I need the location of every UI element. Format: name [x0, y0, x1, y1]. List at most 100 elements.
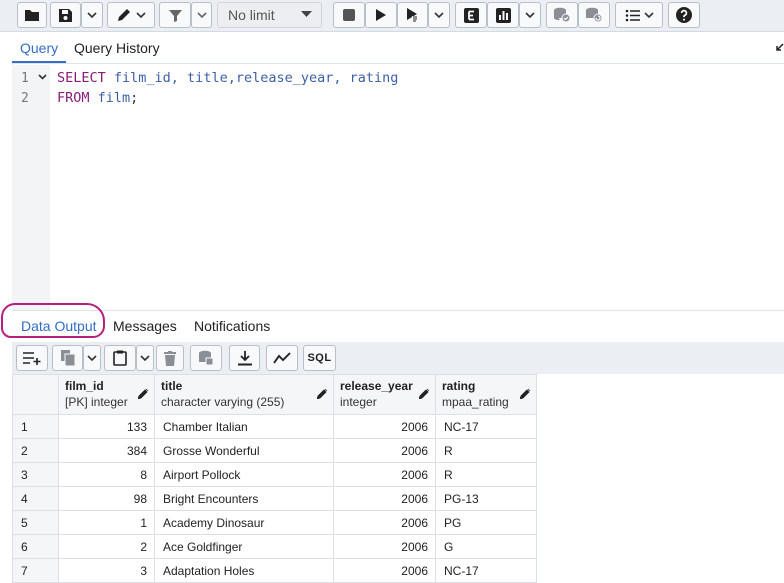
- play-script-icon: [406, 8, 418, 22]
- row-number[interactable]: 6: [12, 534, 59, 559]
- cell-title[interactable]: Chamber Italian: [154, 414, 334, 439]
- code-line-1: SELECT film_id, title,release_year, rati…: [57, 70, 398, 86]
- cell-film-id[interactable]: 98: [58, 486, 155, 511]
- row-number[interactable]: 5: [12, 510, 59, 535]
- copy-dropdown-button[interactable]: [83, 345, 101, 371]
- output-tabs: Data Output Messages Notifications: [12, 310, 784, 343]
- paste-button[interactable]: [104, 345, 136, 371]
- download-button[interactable]: [229, 345, 260, 371]
- sql-editor[interactable]: 1 2 SELECT film_id, title,release_year, …: [12, 65, 784, 310]
- stop-icon: [343, 9, 355, 21]
- graph-button[interactable]: [266, 345, 298, 371]
- row-number[interactable]: 3: [12, 462, 59, 487]
- tab-notifications[interactable]: Notifications: [194, 311, 270, 341]
- pencil-icon[interactable]: [317, 388, 328, 399]
- row-number[interactable]: 2: [12, 438, 59, 463]
- cell-title[interactable]: Academy Dinosaur: [154, 510, 334, 535]
- cell-rating[interactable]: PG: [435, 510, 537, 535]
- pencil-icon: [118, 9, 130, 21]
- download-icon: [237, 350, 252, 365]
- cell-film-id[interactable]: 3: [58, 558, 155, 583]
- play-icon: [376, 9, 386, 21]
- row-number[interactable]: 7: [12, 558, 59, 583]
- table-row[interactable]: 4 98 Bright Encounters 2006 PG-13: [12, 486, 537, 511]
- chevron-down-icon: [140, 354, 150, 361]
- column-name: title: [161, 379, 183, 393]
- caret-down-icon: [301, 11, 312, 17]
- save-button[interactable]: [50, 2, 81, 28]
- cell-title[interactable]: Adaptation Holes: [154, 558, 334, 583]
- delete-button[interactable]: [156, 345, 184, 371]
- row-limit-select[interactable]: No limit: [217, 2, 322, 28]
- table-row[interactable]: 6 2 Ace Goldfinger 2006 G: [12, 534, 537, 559]
- column-header-title[interactable]: title character varying (255): [154, 374, 334, 415]
- pencil-icon[interactable]: [419, 388, 430, 399]
- help-button[interactable]: [668, 2, 700, 28]
- chevron-down-icon: [434, 11, 444, 18]
- cell-release-year[interactable]: 2006: [333, 462, 436, 487]
- cell-rating[interactable]: R: [435, 438, 537, 463]
- table-row[interactable]: 1 133 Chamber Italian 2006 NC-17: [12, 414, 537, 439]
- sql-button[interactable]: SQL: [303, 345, 336, 371]
- trash-icon: [164, 350, 176, 366]
- cell-title[interactable]: Airport Pollock: [154, 462, 334, 487]
- table-row[interactable]: 7 3 Adaptation Holes 2006 NC-17: [12, 558, 537, 583]
- table-row[interactable]: 3 8 Airport Pollock 2006 R: [12, 462, 537, 487]
- cell-film-id[interactable]: 384: [58, 438, 155, 463]
- cell-release-year[interactable]: 2006: [333, 438, 436, 463]
- cell-rating[interactable]: G: [435, 534, 537, 559]
- column-header-film-id[interactable]: film_id [PK] integer: [58, 374, 155, 415]
- open-file-button[interactable]: [17, 2, 47, 28]
- fold-chevron-icon[interactable]: [38, 74, 47, 80]
- tab-data-output[interactable]: Data Output: [21, 311, 97, 341]
- tab-query-history[interactable]: Query History: [66, 33, 168, 63]
- execute-button[interactable]: [365, 2, 397, 28]
- cell-film-id[interactable]: 8: [58, 462, 155, 487]
- stop-button[interactable]: [333, 2, 365, 28]
- cell-release-year[interactable]: 2006: [333, 414, 436, 439]
- macros-button[interactable]: [615, 2, 663, 28]
- row-number[interactable]: 4: [12, 486, 59, 511]
- filter-button[interactable]: [159, 2, 191, 28]
- line-number: 1: [21, 71, 29, 86]
- cell-release-year[interactable]: 2006: [333, 534, 436, 559]
- copy-button[interactable]: [52, 345, 83, 371]
- tab-query[interactable]: Query: [12, 33, 67, 63]
- row-number[interactable]: 1: [12, 414, 59, 439]
- cell-film-id[interactable]: 2: [58, 534, 155, 559]
- save-dropdown-button[interactable]: [81, 2, 103, 28]
- explain-dropdown-button[interactable]: [519, 2, 541, 28]
- cell-film-id[interactable]: 1: [58, 510, 155, 535]
- cell-release-year[interactable]: 2006: [333, 558, 436, 583]
- cell-rating[interactable]: NC-17: [435, 414, 537, 439]
- execute-dropdown-button[interactable]: [428, 2, 450, 28]
- line-number: 2: [21, 91, 29, 106]
- cell-title[interactable]: Bright Encounters: [154, 486, 334, 511]
- table-row[interactable]: 2 384 Grosse Wonderful 2006 R: [12, 438, 537, 463]
- explain-button[interactable]: [455, 2, 487, 28]
- add-row-button[interactable]: [16, 345, 48, 371]
- column-header-rating[interactable]: rating mpaa_rating: [435, 374, 537, 415]
- cell-rating[interactable]: R: [435, 462, 537, 487]
- paste-dropdown-button[interactable]: [136, 345, 154, 371]
- execute-script-button[interactable]: [397, 2, 428, 28]
- cell-rating[interactable]: NC-17: [435, 558, 537, 583]
- cell-release-year[interactable]: 2006: [333, 486, 436, 511]
- explain-analyze-button[interactable]: [487, 2, 519, 28]
- cell-release-year[interactable]: 2006: [333, 510, 436, 535]
- rollback-button[interactable]: [578, 2, 610, 28]
- cell-title[interactable]: Grosse Wonderful: [154, 438, 334, 463]
- edit-button[interactable]: [107, 2, 155, 28]
- table-row[interactable]: 5 1 Academy Dinosaur 2006 PG: [12, 510, 537, 535]
- save-data-button[interactable]: [190, 345, 222, 371]
- column-header-release-year[interactable]: release_year integer: [333, 374, 436, 415]
- commit-button[interactable]: [546, 2, 578, 28]
- expand-icon[interactable]: [776, 43, 784, 53]
- cell-film-id[interactable]: 133: [58, 414, 155, 439]
- cell-rating[interactable]: PG-13: [435, 486, 537, 511]
- pencil-icon[interactable]: [138, 388, 149, 399]
- tab-messages[interactable]: Messages: [113, 311, 177, 341]
- filter-dropdown-button[interactable]: [191, 2, 212, 28]
- cell-title[interactable]: Ace Goldfinger: [154, 534, 334, 559]
- pencil-icon[interactable]: [520, 388, 531, 399]
